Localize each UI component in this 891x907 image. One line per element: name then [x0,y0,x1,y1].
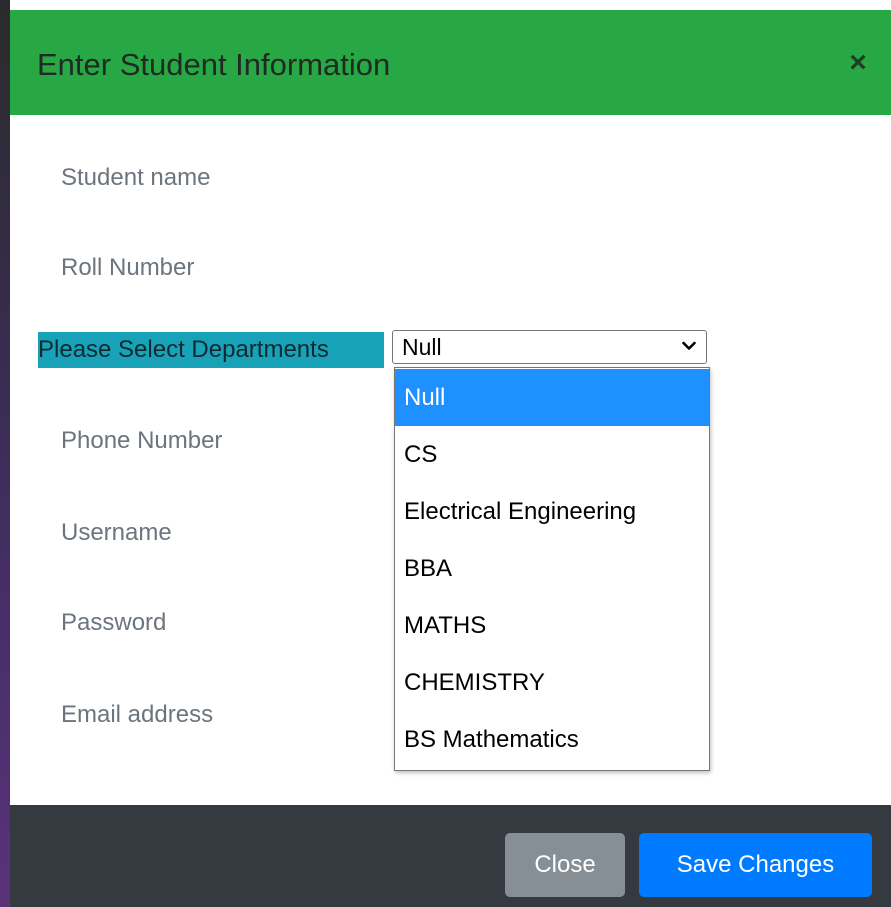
page: Enter Student Information × Student name… [0,0,891,907]
department-select[interactable]: Null [392,330,707,364]
option-chemistry[interactable]: CHEMISTRY [395,654,709,711]
option-bba[interactable]: BBA [395,540,709,597]
background-page-edge [0,0,10,907]
close-icon[interactable]: × [845,48,871,78]
email-address-field[interactable]: Email address [61,700,213,730]
roll-number-field[interactable]: Roll Number [61,253,194,283]
option-cs[interactable]: CS [395,426,709,483]
department-select-value: Null [402,334,442,360]
department-label: Please Select Departments [38,332,384,368]
modal-title: Enter Student Information [37,47,391,82]
department-dropdown-list: Null CS Electrical Engineering BBA MATHS… [394,367,710,771]
modal-footer: Close Save Changes [10,805,891,907]
close-button[interactable]: Close [505,833,625,897]
student-name-field[interactable]: Student name [61,163,210,193]
password-field[interactable]: Password [61,608,166,638]
option-electrical-engineering[interactable]: Electrical Engineering [395,483,709,540]
option-bs-mathematics[interactable]: BS Mathematics [395,711,709,768]
option-maths[interactable]: MATHS [395,597,709,654]
modal-header: Enter Student Information × [10,10,891,115]
save-changes-button[interactable]: Save Changes [639,833,872,897]
student-info-modal: Enter Student Information × Student name… [10,10,891,907]
phone-number-field[interactable]: Phone Number [61,426,222,456]
username-field[interactable]: Username [61,518,172,548]
chevron-down-icon [682,341,696,350]
option-null[interactable]: Null [395,369,709,426]
